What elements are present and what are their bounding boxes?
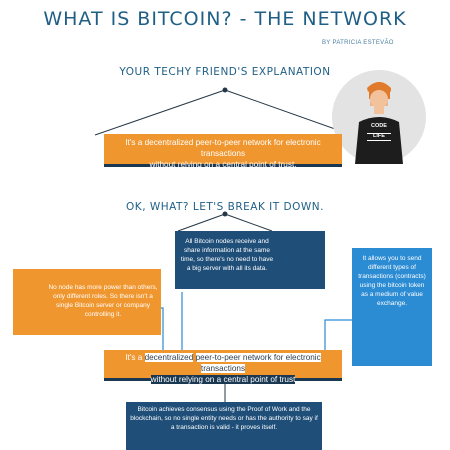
shirt-line1: CODE [371, 123, 387, 129]
consensus-box: Bitcoin achieves consensus using the Pro… [126, 402, 322, 450]
sentence-line2: without relying on a central point of tr… [104, 374, 342, 385]
tree2-line-left [177, 213, 226, 232]
connector-contracts [324, 319, 352, 350]
tree-node-dot [222, 87, 228, 93]
definition-line2: without relying on a central point of tr… [149, 160, 297, 170]
sentence-line1: It's a decentralized peer-to-peer networ… [104, 352, 342, 374]
highlight-decentralized: decentralized [144, 353, 194, 362]
section2-heading: OK, WHAT? LET'S BREAK IT DOWN. [126, 201, 324, 213]
consensus-text: Bitcoin achieves consensus using the Pro… [130, 406, 318, 432]
roles-text: No node has more power than others, only… [48, 284, 158, 319]
highlight-peer-to-peer: peer-to-peer [195, 353, 241, 362]
contracts-text: It allows you to send different types of… [358, 255, 426, 308]
contracts-box: It allows you to send different types of… [352, 248, 432, 366]
tree-line-left [94, 89, 226, 136]
definition-line1: It's a decentralized peer-to-peer networ… [125, 138, 321, 159]
highlight-central-trust: without relying on a central point of tr… [150, 375, 296, 385]
sentence-box: It's a decentralized peer-to-peer networ… [104, 350, 342, 385]
nodes-text: All Bitcoin nodes receive and share info… [180, 238, 274, 273]
sentence-prefix: It's a [125, 353, 145, 362]
roles-box: No node has more power than others, only… [13, 269, 161, 335]
nodes-box: All Bitcoin nodes receive and share info… [175, 231, 325, 289]
shirt-line2: LIFE [367, 132, 391, 141]
tree2-line-right [224, 213, 273, 232]
shirt-text: CODE LIFE [367, 123, 391, 141]
definition-box: It's a decentralized peer-to-peer networ… [104, 134, 342, 169]
